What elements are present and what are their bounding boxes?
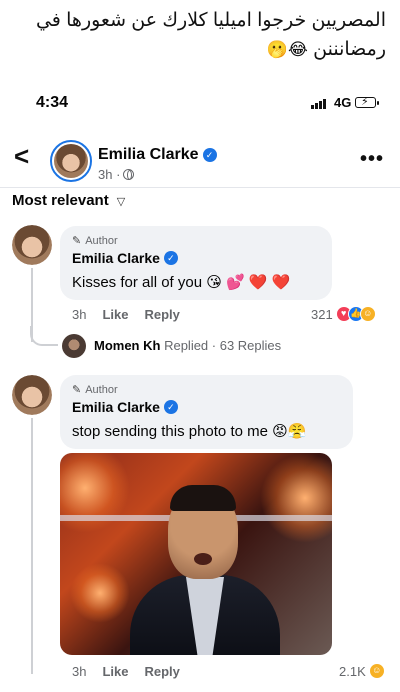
comment-author-name[interactable]: Emilia Clarke ✓ [72,399,341,415]
comment-bubble[interactable]: ✎ Author Emilia Clarke ✓ stop sending th… [60,375,353,449]
battery-icon: ⚡ [355,96,379,108]
comments-header: < Emilia Clarke ✓ 3h · ••• [0,138,400,182]
header-name[interactable]: Emilia Clarke ✓ [98,146,217,164]
comment-photo[interactable] [60,453,332,655]
reply-avatar [62,334,86,358]
verified-badge-icon: ✓ [163,400,178,414]
thread-line [31,418,33,674]
reply-button[interactable]: Reply [144,307,179,322]
network-label: 4G [334,95,352,110]
reply-count: Replied · 63 Replies [164,338,282,353]
sort-label: Most relevant [12,192,109,209]
status-time: 4:34 [36,94,69,111]
author-badge-label: Author [85,234,118,247]
comment-bubble[interactable]: ✎ Author Emilia Clarke ✓ Kisses for all … [60,226,332,300]
haha-reaction-icon: ☺ [368,663,385,679]
photo-subject [130,481,280,655]
like-button[interactable]: Like [102,664,128,679]
comment-author-name[interactable]: Emilia Clarke ✓ [72,250,320,266]
status-bar: 4:34 4G ⚡ [0,94,400,118]
reaction-summary[interactable]: 2.1K ☺ [339,663,385,679]
verified-badge-icon: ✓ [202,148,217,162]
reply-button[interactable]: Reply [144,664,179,679]
chevron-down-icon: ▽ [116,196,126,208]
reaction-summary[interactable]: 321 ♥ 👍 ☺ [311,306,376,322]
comment-actions: 3h Like Reply [72,307,180,322]
pencil-icon: ✎ [72,384,82,396]
header-avatar[interactable] [50,140,92,182]
like-button[interactable]: Like [102,307,128,322]
post-caption: المصريين خرجوا اميليا كلارك عن شعورها في… [14,6,386,65]
comment-author-text: Emilia Clarke [72,250,160,266]
pencil-icon: ✎ [72,235,82,247]
comment-avatar[interactable] [12,375,52,415]
caption-emojis: 😂🫢 [266,40,308,60]
header-time: 3h · [98,167,121,182]
globe-icon [123,169,135,180]
caption-text: المصريين خرجوا اميليا كلارك عن شعورها في… [35,10,386,60]
reaction-count: 321 [311,306,333,322]
more-options-icon[interactable]: ••• [360,148,384,171]
comment-time: 3h [72,307,87,322]
author-badge-label: Author [85,383,118,396]
signal-icon [311,99,326,109]
comment-text: stop sending this photo to me 😡😤 [72,423,307,440]
thread-connector [30,326,58,346]
author-badge: ✎ Author [72,383,341,397]
comment-actions: 3h Like Reply [72,664,180,679]
comment-time: 3h [72,664,87,679]
back-arrow-icon[interactable]: < [14,142,29,170]
author-badge: ✎ Author [72,234,320,248]
verified-badge-icon: ✓ [163,251,178,265]
comment-text: Kisses for all of you 😘 💕 ❤️ ❤️ [72,274,291,291]
comment-author-text: Emilia Clarke [72,399,160,415]
reply-name: Momen Kh [94,338,161,353]
sort-dropdown[interactable]: Most relevant ▽ [12,192,125,209]
haha-reaction-icon: ☺ [359,306,376,322]
header-name-text: Emilia Clarke [98,146,199,163]
reaction-count: 2.1K [339,663,366,679]
header-meta: 3h · [98,167,135,182]
comment-avatar[interactable] [12,225,52,265]
reply-summary-text: Momen Kh Replied · 63 Replies [94,338,281,353]
divider [0,187,400,188]
